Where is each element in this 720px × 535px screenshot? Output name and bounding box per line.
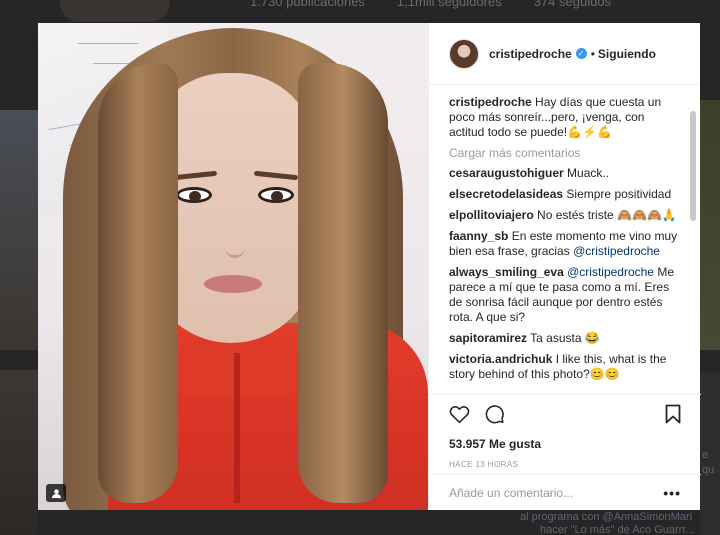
post-actions: 53.957 Me gusta HACE 13 HORAS (429, 394, 701, 469)
likes-count[interactable]: 53.957 Me gusta (449, 437, 681, 451)
comments-scrollbar[interactable] (690, 91, 696, 387)
comment-username[interactable]: elpollitoviajero (449, 208, 534, 222)
grid-thumbnail[interactable] (60, 0, 170, 22)
comment-username[interactable]: cesaraugustohiguer (449, 166, 564, 180)
lips (204, 275, 262, 293)
comment-text: Ta asusta 😂 (530, 331, 600, 345)
comment-mention[interactable]: @cristipedroche (567, 265, 654, 279)
post-username[interactable]: cristipedroche (489, 47, 572, 61)
bookmark-icon[interactable] (665, 404, 681, 429)
comment: victoria.andrichuk I like this, what is … (449, 352, 683, 382)
profile-stats: 1.730 publicaciones 1,1mill seguidores 3… (250, 0, 611, 9)
hair-strands (298, 63, 388, 503)
comment-username[interactable]: elsecretodelasideas (449, 187, 563, 201)
hair-strands (98, 63, 178, 503)
separator: • (590, 46, 595, 61)
comments-list[interactable]: cristipedroche Hay días que cuesta un po… (429, 86, 701, 393)
following-count: 374 seguidos (533, 0, 612, 9)
caption-username[interactable]: cristipedroche (449, 95, 532, 109)
comment: faanny_sb En este momento me vino muy bi… (449, 229, 683, 259)
avatar[interactable] (449, 38, 479, 69)
comment-input[interactable]: Añade un comentario... (449, 486, 663, 500)
zipper (234, 353, 240, 503)
post-time: HACE 13 HORAS (449, 460, 519, 469)
heart-icon[interactable] (449, 404, 470, 429)
add-comment-bar: Añade un comentario... ••• (429, 474, 701, 510)
comment-icon[interactable] (484, 403, 505, 429)
post-header: cristipedroche ✓ • Siguiendo (429, 23, 700, 85)
comment: always_smiling_eva @cristipedroche Me pa… (449, 265, 683, 325)
comment-mention[interactable]: @cristipedroche (573, 244, 660, 258)
follow-button[interactable]: Siguiendo (598, 47, 656, 61)
load-more-comments[interactable]: Cargar más comentarios (449, 146, 683, 160)
comment-username[interactable]: sapitoramirez (449, 331, 527, 345)
background-text: e qu (702, 449, 715, 476)
comment-username[interactable]: victoria.andrichuk (449, 352, 552, 366)
comment-username[interactable]: faanny_sb (449, 229, 508, 243)
eye (258, 187, 294, 203)
comment: elsecretodelasideas Siempre positividad (449, 187, 683, 202)
user-tag-icon[interactable] (46, 484, 66, 502)
more-options-icon[interactable]: ••• (663, 485, 681, 501)
post-modal: cristipedroche ✓ • Siguiendo cristipedro… (38, 23, 701, 510)
followers-count: 1,1mill seguidores (396, 0, 502, 9)
comment-text: No estés triste 🙈🙈🙈🙏 (537, 208, 677, 222)
grid-thumbnail[interactable] (0, 110, 38, 350)
background-caption: hacer "Lo más" de Aco Guarrr... (540, 524, 695, 535)
comment-username[interactable]: always_smiling_eva (449, 265, 564, 279)
comment: elpollitoviajero No estés triste 🙈🙈🙈🙏 (449, 208, 683, 223)
post-sidebar: cristipedroche ✓ • Siguiendo cristipedro… (428, 23, 701, 510)
background-caption: al programa con @AnnaSimonMarí (520, 511, 693, 523)
comment: sapitoramirez Ta asusta 😂 (449, 331, 683, 346)
posts-count: 1.730 publicaciones (250, 0, 365, 9)
nose (225, 218, 245, 258)
action-icons (449, 403, 681, 429)
scrollbar-thumb[interactable] (690, 111, 696, 221)
comment-text: Muack.. (567, 166, 610, 180)
post-caption: cristipedroche Hay días que cuesta un po… (449, 95, 683, 140)
comment: cesaraugustohiguer Muack.. (449, 166, 683, 181)
post-photo[interactable] (38, 23, 428, 510)
comment-text: Siempre positividad (566, 187, 672, 201)
verified-icon: ✓ (575, 48, 587, 59)
eye (176, 187, 212, 203)
grid-thumbnail[interactable] (700, 100, 720, 350)
grid-thumbnail[interactable] (0, 370, 38, 535)
